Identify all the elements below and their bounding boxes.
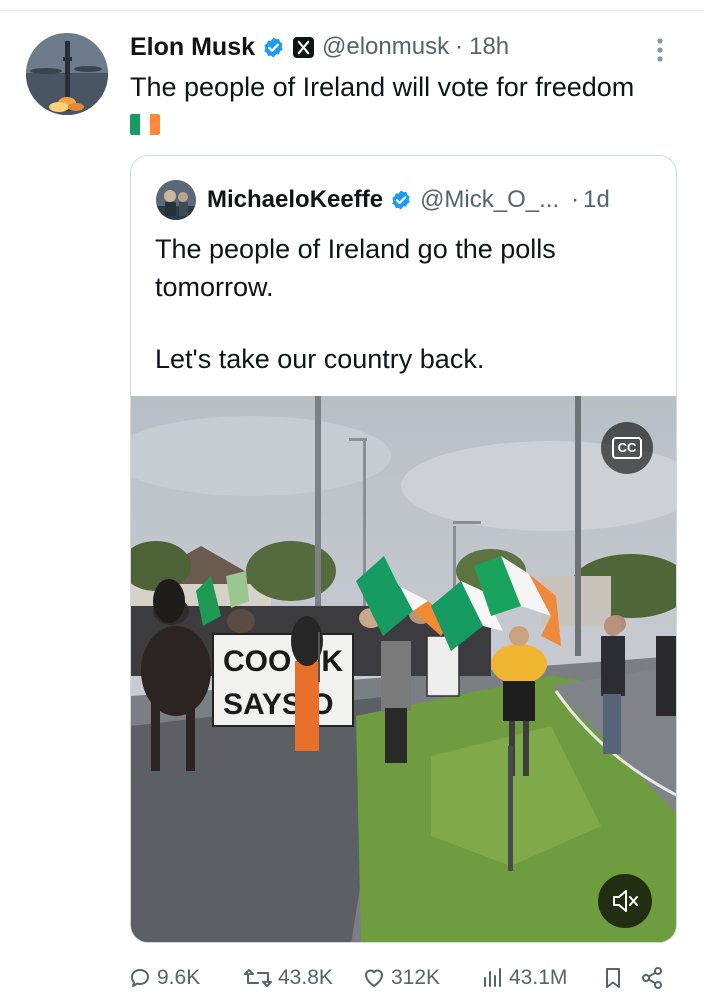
- quoted-text-line: tomorrow.: [155, 272, 274, 302]
- quoted-separator-dot: ·: [571, 186, 580, 213]
- repost-count: 43.8K: [278, 966, 333, 989]
- views-button[interactable]: 43.1M: [482, 960, 567, 996]
- cc-icon: CC: [611, 437, 643, 459]
- repost-button[interactable]: 43.8K: [243, 960, 333, 996]
- more-vertical-icon[interactable]: [652, 35, 668, 65]
- reply-count: 9.6K: [157, 966, 201, 989]
- like-button[interactable]: 312K: [362, 960, 440, 996]
- quoted-verified-badge-icon: [392, 190, 410, 210]
- mute-button[interactable]: [598, 874, 652, 928]
- bookmark-button[interactable]: [603, 960, 628, 996]
- reply-button[interactable]: 9.6K: [128, 960, 200, 996]
- volume-muted-icon: [613, 890, 638, 912]
- share-icon: [642, 967, 662, 989]
- quoted-tweet-header: MichaeloKeeffe @Mick_O_... · 1d: [156, 180, 610, 220]
- closed-captions-button[interactable]: CC: [601, 422, 653, 474]
- tweet-text: The people of Ireland will vote for free…: [130, 72, 635, 102]
- views-chart-icon: [484, 968, 501, 987]
- quoted-author-handle[interactable]: @Mick_O_...: [420, 186, 559, 214]
- author-name[interactable]: Elon Musk: [130, 33, 255, 62]
- ireland-flag-emoji: [130, 114, 160, 135]
- repost-icon: [244, 969, 272, 987]
- views-count: 43.1M: [509, 966, 568, 989]
- reply-icon: [131, 969, 149, 987]
- quoted-timestamp[interactable]: 1d: [583, 186, 610, 214]
- tweet-action-bar: 9.6K 43.8K 312K 43.1M: [0, 960, 704, 996]
- quoted-text-line: The people of Ireland go the polls: [155, 234, 556, 264]
- top-divider: [0, 10, 704, 11]
- banner-text-top: COO CK: [223, 645, 343, 678]
- quoted-text-line: Let's take our country back.: [155, 344, 485, 374]
- quoted-author-name[interactable]: MichaeloKeeffe: [207, 186, 383, 214]
- bookmark-icon: [606, 968, 620, 988]
- author-avatar[interactable]: [26, 33, 108, 115]
- video-player[interactable]: COO CK SAYS O: [131, 396, 676, 942]
- tweet-header: Elon Musk @elonmusk · 18h: [130, 30, 509, 64]
- quoted-tweet[interactable]: MichaeloKeeffe @Mick_O_... · 1d The peop…: [130, 155, 677, 943]
- quoted-tweet-text: The people of Ireland go the polls tomor…: [155, 230, 665, 378]
- separator-dot: ·: [455, 33, 464, 60]
- x-affiliate-badge-icon: [293, 36, 315, 58]
- quoted-author-avatar[interactable]: [156, 180, 196, 220]
- like-count: 312K: [391, 966, 441, 989]
- share-button[interactable]: [640, 960, 669, 996]
- heart-icon: [365, 969, 383, 987]
- author-handle[interactable]: @elonmusk: [322, 33, 449, 61]
- tweet-timestamp[interactable]: 18h: [469, 33, 509, 61]
- verified-badge-icon: [264, 36, 283, 58]
- video-frame: COO CK SAYS O: [131, 396, 676, 942]
